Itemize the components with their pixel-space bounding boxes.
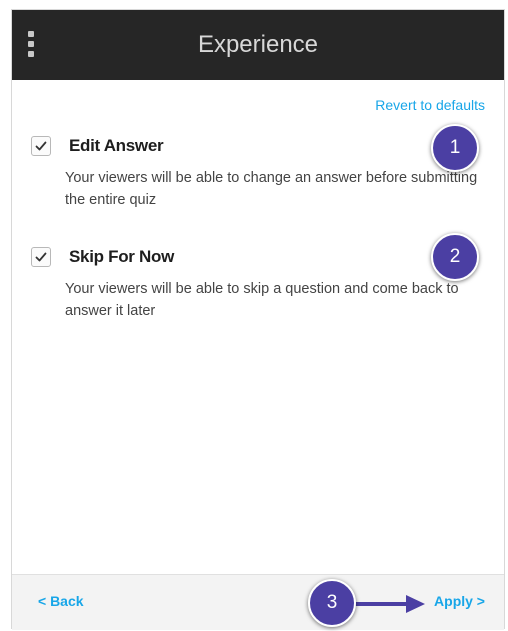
arrow-right-icon — [348, 595, 425, 613]
checkmark-icon — [35, 141, 47, 151]
callout-badge-1: 1 — [431, 124, 479, 172]
edit-answer-checkbox[interactable] — [31, 136, 51, 156]
edit-answer-description: Your viewers will be able to change an a… — [65, 170, 478, 208]
callout-badge-3: 3 — [308, 579, 356, 627]
skip-for-now-description: Your viewers will be able to skip a ques… — [65, 281, 459, 319]
checkmark-icon — [35, 252, 47, 262]
panel-title: Experience — [197, 31, 319, 58]
skip-for-now-checkbox[interactable] — [31, 247, 51, 267]
edit-answer-label: Edit Answer — [69, 136, 164, 155]
back-button[interactable]: < Back — [38, 593, 84, 609]
experience-panel: Experience Revert to defaults Edit Answe… — [11, 9, 505, 630]
skip-for-now-label: Skip For Now — [69, 247, 175, 266]
panel-header: Experience — [12, 10, 504, 80]
revert-to-defaults-link[interactable]: Revert to defaults — [375, 97, 485, 113]
apply-button[interactable]: Apply > — [434, 593, 485, 609]
panel-footer: < Back Apply > 3 — [12, 574, 504, 630]
callout-badge-2: 2 — [431, 233, 479, 281]
